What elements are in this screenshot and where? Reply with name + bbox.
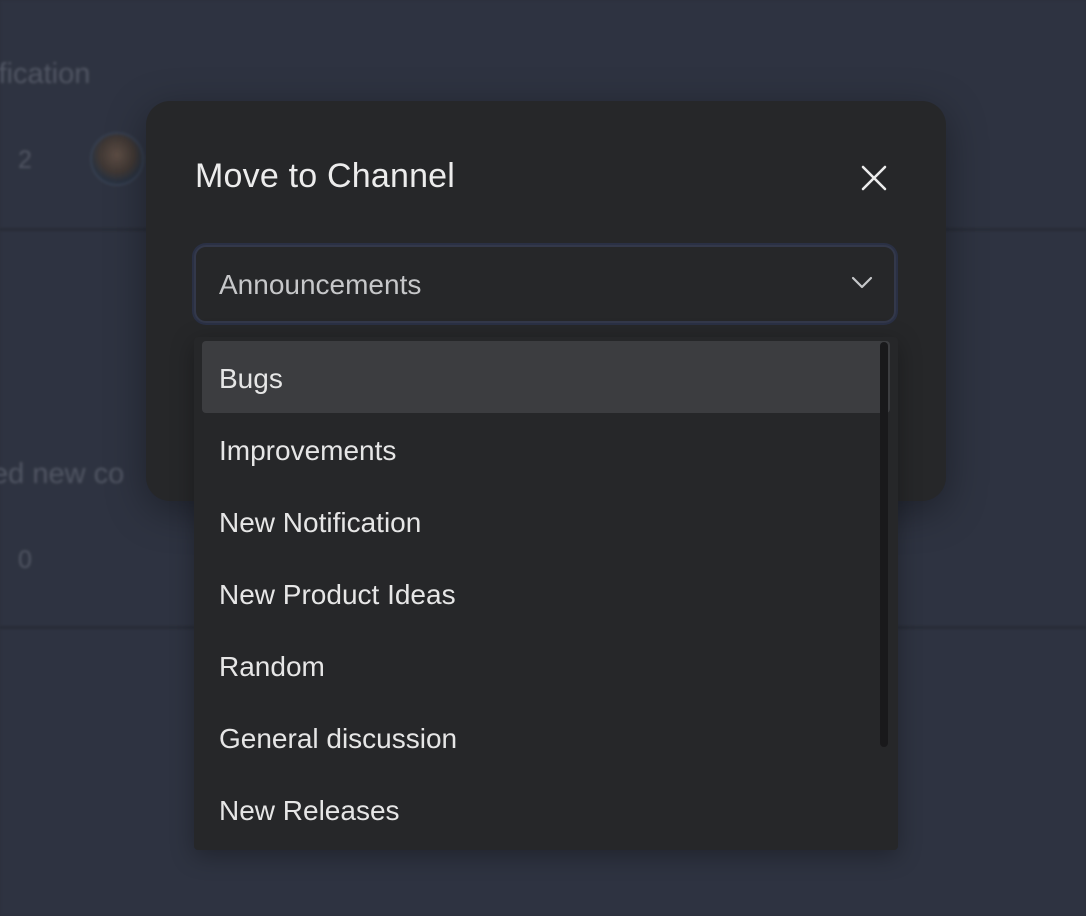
option-label: New Notification: [219, 507, 422, 538]
option-new-product-ideas[interactable]: New Product Ideas: [202, 557, 890, 629]
selected-channel: Announcements: [219, 269, 422, 300]
option-new-releases[interactable]: New Releases: [202, 773, 890, 845]
option-improvements[interactable]: Improvements: [202, 413, 890, 485]
channel-dropdown: Bugs Improvements New Notification New P…: [194, 337, 898, 850]
option-label: Random: [219, 651, 325, 682]
close-button[interactable]: [853, 157, 895, 199]
option-label: Bugs: [219, 363, 283, 394]
dropdown-scrollbar[interactable]: [880, 342, 888, 747]
option-label: General discussion: [219, 723, 458, 754]
option-label: Improvements: [219, 435, 397, 466]
option-random[interactable]: Random: [202, 629, 890, 701]
option-label: New Product Ideas: [219, 579, 456, 610]
option-label: New Releases: [219, 795, 400, 826]
option-new-notification[interactable]: New Notification: [202, 485, 890, 557]
option-bugs[interactable]: Bugs: [202, 341, 890, 413]
chevron-down-icon: [851, 276, 873, 289]
modal-title: Move to Channel: [195, 157, 456, 195]
option-general-discussion[interactable]: General discussion: [202, 701, 890, 773]
channel-select[interactable]: Announcements: [194, 245, 896, 323]
close-icon: [861, 165, 887, 191]
